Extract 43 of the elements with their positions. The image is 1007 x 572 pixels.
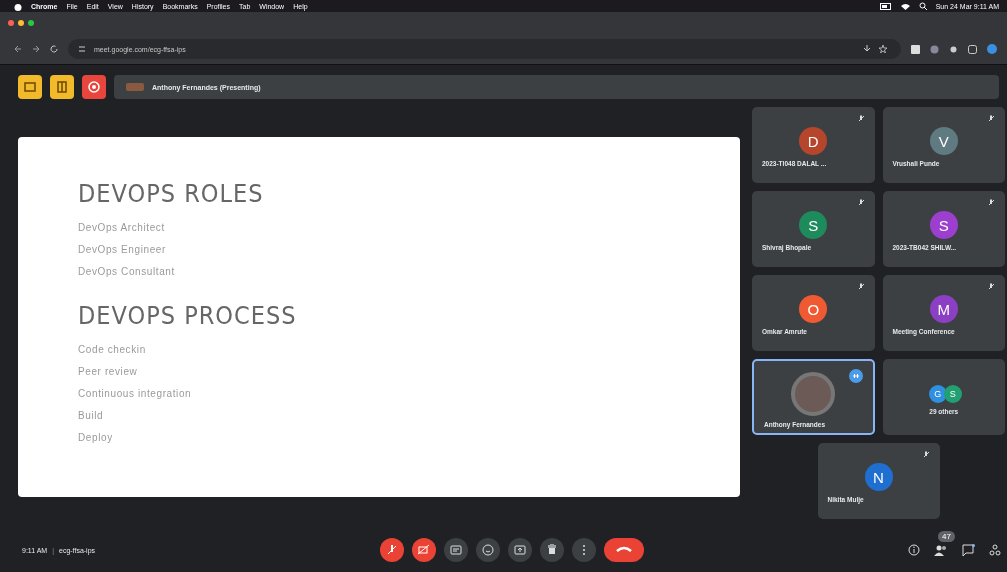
- present-icon[interactable]: [507, 538, 532, 562]
- slide-heading: DEVOPS ROLES: [78, 178, 265, 208]
- slide-list-item: Code checkin: [78, 343, 147, 355]
- avatar: G: [928, 385, 947, 403]
- captions-icon[interactable]: [443, 538, 468, 562]
- camera-off-icon[interactable]: [411, 538, 436, 562]
- record-icon[interactable]: [82, 75, 106, 99]
- slide-list-item: DevOps Architect: [78, 221, 166, 233]
- avatar: D: [799, 127, 828, 155]
- star-icon[interactable]: [879, 45, 887, 53]
- reload-icon[interactable]: [50, 45, 58, 53]
- avatar: S: [929, 211, 958, 239]
- slide-list-item: Peer review: [78, 365, 139, 377]
- forward-icon[interactable]: [32, 45, 40, 53]
- chat-icon[interactable]: [962, 544, 975, 556]
- slide-heading: DEVOPS PROCESS: [78, 300, 298, 330]
- speaking-indicator-icon[interactable]: [848, 369, 863, 383]
- search-icon[interactable]: [918, 2, 927, 10]
- participant-count-badge: 47: [938, 531, 955, 542]
- slide-list-item: Build: [78, 409, 105, 421]
- slide-list-item: Deploy: [78, 431, 114, 443]
- presenter-thumbnail-icon[interactable]: [126, 83, 144, 91]
- avatar: V: [929, 127, 958, 155]
- avatar: S: [943, 385, 962, 403]
- slide-list-item: DevOps Engineer: [78, 243, 167, 255]
- people-icon[interactable]: [934, 544, 948, 556]
- info-icon[interactable]: [908, 544, 920, 556]
- photo-placeholder: [791, 372, 836, 416]
- avatar: S: [799, 211, 828, 239]
- emoji-icon[interactable]: [475, 538, 500, 562]
- profile-icon[interactable]: [987, 44, 997, 54]
- site-info-icon[interactable]: [78, 45, 86, 53]
- avatar: N: [864, 463, 893, 491]
- avatar: M: [929, 295, 958, 323]
- slide-list-item: DevOps Consultant: [78, 265, 176, 277]
- avatar: O: [799, 295, 828, 323]
- slide-list-item: Continuous integration: [78, 387, 193, 399]
- wifi-icon[interactable]: [900, 2, 910, 10]
- battery-icon[interactable]: [879, 2, 892, 10]
- back-icon[interactable]: [14, 45, 22, 53]
- hang-up-icon[interactable]: [603, 538, 644, 562]
- download-icon[interactable]: [863, 45, 871, 53]
- activities-icon[interactable]: [989, 544, 1001, 556]
